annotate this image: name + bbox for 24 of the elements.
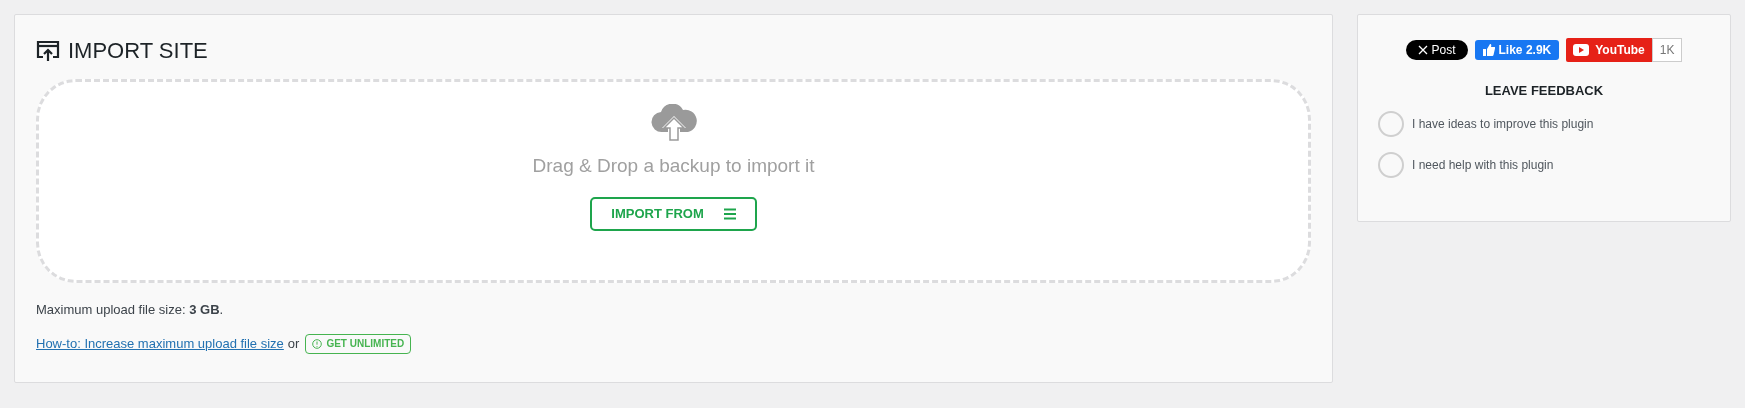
import-icon bbox=[36, 39, 60, 62]
import-from-button[interactable]: IMPORT FROM bbox=[590, 196, 757, 231]
or-text: or bbox=[287, 334, 300, 353]
dropzone-message: Drag & Drop a backup to import it bbox=[532, 154, 815, 178]
menu-icon bbox=[723, 207, 736, 220]
info-icon bbox=[312, 338, 323, 349]
max-upload-text: Maximum upload file size: 3 GB. bbox=[36, 301, 225, 319]
feedback-title: LEAVE FEEDBACK bbox=[1483, 82, 1605, 100]
thumbs-up-icon bbox=[1482, 44, 1495, 56]
subscriber-count: 1K bbox=[1651, 38, 1683, 62]
x-post-button[interactable]: Post bbox=[1405, 40, 1468, 60]
panel-title: IMPORT SITE bbox=[68, 37, 208, 65]
x-logo-icon bbox=[1417, 45, 1428, 55]
radio-button[interactable] bbox=[1378, 151, 1404, 178]
play-icon bbox=[1573, 44, 1590, 56]
howto-link[interactable]: How-to: Increase maximum upload file size bbox=[36, 333, 284, 354]
get-unlimited-badge[interactable]: GET UNLIMITED bbox=[305, 333, 412, 354]
option-label: I need help with this plugin bbox=[1412, 156, 1554, 174]
radio-button[interactable] bbox=[1378, 110, 1404, 137]
facebook-like-button[interactable]: Like 2.9K bbox=[1474, 40, 1560, 60]
option-label: I have ideas to improve this plugin bbox=[1412, 115, 1594, 133]
youtube-button[interactable]: YouTube bbox=[1566, 38, 1652, 62]
cloud-upload-icon bbox=[649, 104, 698, 142]
dropzone[interactable]: Drag & Drop a backup to import it IMPORT FROM bbox=[36, 79, 1311, 283]
